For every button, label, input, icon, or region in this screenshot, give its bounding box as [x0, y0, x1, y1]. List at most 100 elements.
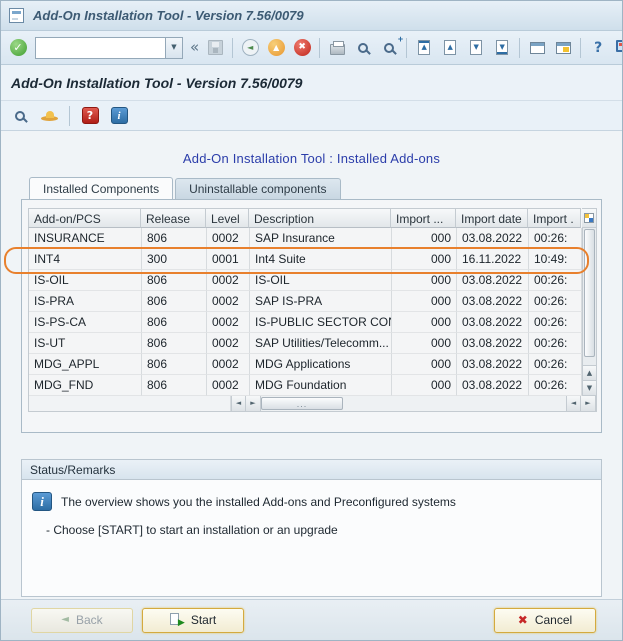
table-cell[interactable]: SAP Utilities/Telecomm... [250, 333, 392, 354]
help-button[interactable]: ? [586, 36, 610, 60]
table-cell[interactable]: 0002 [207, 333, 250, 354]
table-cell[interactable]: 806 [142, 270, 207, 291]
table-cell[interactable]: 00:26: [529, 375, 582, 396]
question-button[interactable]: ? [78, 104, 102, 128]
table-cell[interactable]: 00:26: [529, 354, 582, 375]
start-button[interactable]: ▶ Start [142, 608, 244, 633]
table-cell[interactable]: 0002 [207, 354, 250, 375]
table-cell[interactable]: 0002 [207, 291, 250, 312]
table-cell[interactable]: 03.08.2022 [457, 270, 529, 291]
layout-config-button[interactable] [582, 208, 597, 228]
table-cell[interactable]: 00:26: [529, 228, 582, 249]
page-up-button[interactable]: ▲ [438, 36, 462, 60]
table-cell[interactable]: 000 [392, 291, 457, 312]
table-cell[interactable]: 03.08.2022 [457, 354, 529, 375]
find-button[interactable] [351, 36, 375, 60]
scroll-left-button[interactable]: ◄ [231, 396, 246, 411]
horizontal-scroll-thumb[interactable]: ... [261, 397, 343, 410]
create-shortcut-button[interactable] [551, 36, 575, 60]
table-cell[interactable]: SAP Insurance [250, 228, 392, 249]
table-row[interactable]: INSURANCE8060002SAP Insurance00003.08.20… [29, 228, 582, 249]
column-header[interactable]: Add-on/PCS [28, 208, 141, 228]
table-row[interactable]: INT43000001Int4 Suite00016.11.202210:49: [29, 249, 582, 270]
table-cell[interactable]: 0002 [207, 270, 250, 291]
table-cell[interactable]: 0002 [207, 228, 250, 249]
column-header[interactable]: Level [206, 208, 249, 228]
cancel-transaction-button[interactable]: ✖ [290, 36, 314, 60]
table-cell[interactable]: 806 [142, 354, 207, 375]
table-cell[interactable]: 806 [142, 228, 207, 249]
vertical-scrollbar[interactable]: ▲ ▼ [582, 228, 597, 396]
table-cell[interactable]: 0002 [207, 375, 250, 396]
tab-uninstallable-components[interactable]: Uninstallable components [175, 178, 340, 199]
table-cell[interactable]: Int4 Suite [250, 249, 392, 270]
table-cell[interactable]: IS-PUBLIC SECTOR CON... [250, 312, 392, 333]
new-session-button[interactable] [525, 36, 549, 60]
table-cell[interactable]: 0002 [207, 312, 250, 333]
table-cell[interactable]: 300 [142, 249, 207, 270]
scroll-up-button[interactable]: ▲ [583, 365, 596, 380]
vertical-scroll-thumb[interactable] [584, 229, 595, 357]
horizontal-scroll-track[interactable] [343, 396, 566, 411]
table-row[interactable]: MDG_APPL8060002MDG Applications00003.08.… [29, 354, 582, 375]
table-cell[interactable]: MDG Foundation [250, 375, 392, 396]
customize-layout-button[interactable] [612, 36, 623, 60]
search-button[interactable] [8, 104, 32, 128]
table-cell[interactable]: 000 [392, 375, 457, 396]
first-page-button[interactable]: ▲ [412, 36, 436, 60]
table-cell[interactable]: 00:26: [529, 312, 582, 333]
save-button[interactable] [203, 36, 227, 60]
table-cell[interactable]: 10:49: [529, 249, 582, 270]
page-down-button[interactable]: ▼ [464, 36, 488, 60]
table-cell[interactable]: 03.08.2022 [457, 375, 529, 396]
scroll-right-button-2[interactable]: ► [581, 396, 596, 411]
scroll-left-button-2[interactable]: ◄ [566, 396, 581, 411]
command-dropdown-button[interactable]: ▼ [165, 38, 182, 58]
table-cell[interactable]: 806 [142, 312, 207, 333]
table-cell[interactable]: 000 [392, 228, 457, 249]
table-cell[interactable]: 806 [142, 375, 207, 396]
table-cell[interactable]: MDG_FND [29, 375, 142, 396]
back-button[interactable]: ◄ [238, 36, 262, 60]
last-page-button[interactable]: ▼ [490, 36, 514, 60]
table-cell[interactable]: IS-PRA [29, 291, 142, 312]
column-header[interactable]: Release [141, 208, 206, 228]
table-cell[interactable]: 03.08.2022 [457, 333, 529, 354]
table-cell[interactable]: 00:26: [529, 291, 582, 312]
column-header[interactable]: Import ... [391, 208, 456, 228]
table-row[interactable]: MDG_FND8060002MDG Foundation00003.08.202… [29, 375, 582, 396]
horizontal-scrollbar[interactable]: ◄ ► ... ◄ ► [28, 396, 597, 412]
table-cell[interactable]: IS-OIL [29, 270, 142, 291]
table-cell[interactable]: IS-OIL [250, 270, 392, 291]
exit-button[interactable]: ▲ [264, 36, 288, 60]
table-cell[interactable]: INSURANCE [29, 228, 142, 249]
column-header[interactable]: Import date [456, 208, 528, 228]
column-header[interactable]: Import . [528, 208, 581, 228]
enter-button[interactable]: ✓ [6, 36, 30, 60]
table-row[interactable]: IS-PS-CA8060002IS-PUBLIC SECTOR CON...00… [29, 312, 582, 333]
table-cell[interactable]: MDG_APPL [29, 354, 142, 375]
table-cell[interactable]: MDG Applications [250, 354, 392, 375]
verify-button[interactable] [37, 104, 61, 128]
table-cell[interactable]: INT4 [29, 249, 142, 270]
table-cell[interactable]: SAP IS-PRA [250, 291, 392, 312]
scroll-right-button[interactable]: ► [246, 396, 261, 411]
print-button[interactable] [325, 36, 349, 60]
command-input[interactable] [36, 38, 165, 58]
table-cell[interactable]: 000 [392, 249, 457, 270]
table-cell[interactable]: 03.08.2022 [457, 312, 529, 333]
table-cell[interactable]: 000 [392, 312, 457, 333]
table-row[interactable]: IS-UT8060002SAP Utilities/Telecomm...000… [29, 333, 582, 354]
table-cell[interactable]: 0001 [207, 249, 250, 270]
table-cell[interactable]: 000 [392, 354, 457, 375]
find-next-button[interactable]: + [377, 36, 401, 60]
table-cell[interactable]: 16.11.2022 [457, 249, 529, 270]
table-cell[interactable]: IS-PS-CA [29, 312, 142, 333]
scroll-down-button[interactable]: ▼ [583, 380, 596, 395]
table-row[interactable]: IS-OIL8060002IS-OIL00003.08.202200:26: [29, 270, 582, 291]
table-cell[interactable]: 00:26: [529, 270, 582, 291]
table-row[interactable]: IS-PRA8060002SAP IS-PRA00003.08.202200:2… [29, 291, 582, 312]
table-cell[interactable]: 806 [142, 291, 207, 312]
table-cell[interactable]: 00:26: [529, 333, 582, 354]
table-cell[interactable]: IS-UT [29, 333, 142, 354]
